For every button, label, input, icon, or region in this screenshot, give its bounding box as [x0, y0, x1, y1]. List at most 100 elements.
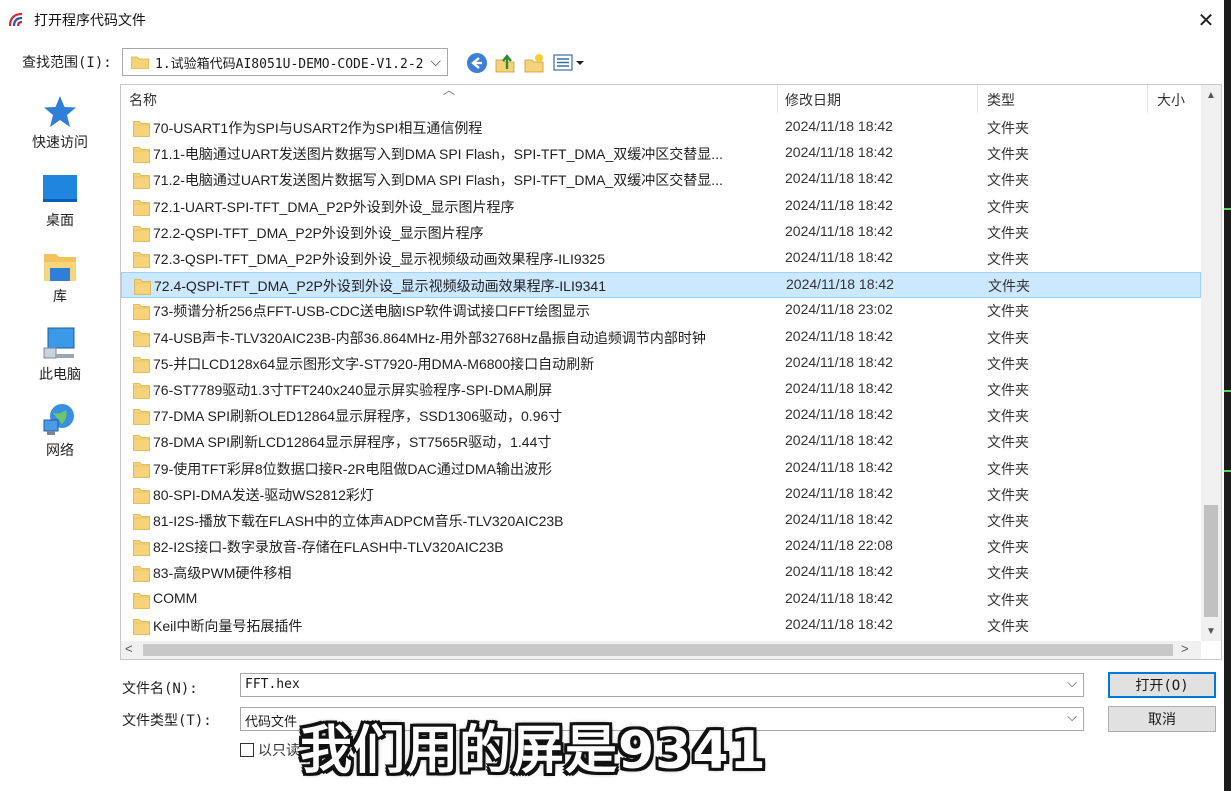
- item-name: 77-DMA SPI刷新OLED12864显示屏程序，SSD1306驱动，0.9…: [153, 408, 563, 425]
- scroll-up-icon[interactable]: ▲: [1201, 85, 1221, 105]
- place-desktop[interactable]: 桌面: [14, 168, 106, 238]
- vertical-scrollbar[interactable]: ▲ ▼: [1201, 85, 1221, 641]
- scroll-left-icon[interactable]: <: [125, 641, 133, 656]
- new-folder-button[interactable]: [521, 50, 547, 76]
- item-type: 文件夹: [987, 591, 1029, 608]
- checkbox-box[interactable]: [240, 743, 254, 757]
- list-item[interactable]: 83-高级PWM硬件移相 2024/11/18 18:42 文件夹: [121, 560, 1201, 586]
- list-item[interactable]: 77-DMA SPI刷新OLED12864显示屏程序，SSD1306驱动，0.9…: [121, 403, 1201, 429]
- column-header-type[interactable]: 类型: [987, 90, 1015, 110]
- place-this-pc[interactable]: 此电脑: [14, 322, 106, 392]
- list-item[interactable]: 79-使用TFT彩屏8位数据口接R-2R电阻做DAC通过DMA输出波形 2024/…: [121, 456, 1201, 482]
- hscroll-thumb[interactable]: [143, 644, 1173, 656]
- place-label: 快速访问: [32, 134, 88, 150]
- place-label: 网络: [46, 442, 74, 458]
- item-date: 2024/11/18 18:42: [785, 222, 893, 239]
- list-item[interactable]: 75-并口LCD128x64显示图形文字-ST7920-用DMA-M6800接口…: [121, 351, 1201, 377]
- scroll-thumb[interactable]: [1204, 505, 1218, 617]
- folder-icon: [133, 145, 150, 164]
- chevron-down-icon[interactable]: ⌵: [1067, 710, 1077, 725]
- list-item[interactable]: 70-USART1作为SPI与USART2作为SPI相互通信例程 2024/11/…: [121, 115, 1201, 141]
- item-type: 文件夹: [987, 617, 1029, 634]
- item-name: 74-USB声卡-TLV320AIC23B-内部36.864MHz-用外部327…: [153, 329, 706, 346]
- horizontal-scrollbar[interactable]: < >: [121, 641, 1201, 659]
- view-menu-button[interactable]: [552, 50, 588, 76]
- list-item[interactable]: 82-I2S接口-数字录放音-存储在FLASH中-TLV320AIC23B 202…: [121, 534, 1201, 560]
- up-folder-button[interactable]: [492, 50, 518, 76]
- item-type: 文件夹: [987, 539, 1029, 556]
- column-header-name[interactable]: 名称: [129, 90, 157, 110]
- item-date: 2024/11/18 18:42: [785, 144, 893, 161]
- open-button[interactable]: 打开(O): [1108, 672, 1216, 698]
- chevron-down-icon[interactable]: ⌵: [1067, 676, 1077, 691]
- folder-icon: [133, 486, 150, 504]
- filetype-value: 代码文件: [245, 715, 298, 730]
- list-item[interactable]: COMM 2024/11/18 18:42 文件夹: [121, 587, 1201, 613]
- item-name: 72.3-QSPI-TFT_DMA_P2P外设到外设_显示视频级动画效果程序-I…: [153, 251, 605, 267]
- item-name: 78-DMA SPI刷新LCD12864显示屏程序，ST7565R驱动，1.44…: [153, 434, 552, 451]
- list-item[interactable]: 71.1-电脑通过UART发送图片数据写入到DMA SPI Flash，SPI-…: [121, 141, 1201, 167]
- back-icon: [467, 53, 487, 73]
- list-header: ︿ 名称 修改日期 类型 大小: [121, 85, 1201, 113]
- list-item[interactable]: 74-USB声卡-TLV320AIC23B-内部36.864MHz-用外部327…: [121, 325, 1201, 351]
- list-item[interactable]: 72.3-QSPI-TFT_DMA_P2P外设到外设_显示视频级动画效果程序-I…: [121, 246, 1201, 272]
- list-item[interactable]: 72.2-QSPI-TFT_DMA_P2P外设到外设_显示图片程序 2024/11…: [121, 220, 1201, 246]
- item-type: 文件夹: [987, 408, 1029, 425]
- list-item[interactable]: 72.1-UART-SPI-TFT_DMA_P2P外设到外设_显示图片程序 202…: [121, 194, 1201, 220]
- cancel-button[interactable]: 取消: [1108, 706, 1216, 732]
- scroll-right-icon[interactable]: >: [1181, 641, 1189, 656]
- column-header-date[interactable]: 修改日期: [785, 90, 841, 110]
- scroll-down-icon[interactable]: ▼: [1201, 621, 1221, 641]
- item-name: 75-并口LCD128x64显示图形文字-ST7920-用DMA-M6800接口…: [153, 355, 595, 372]
- item-type: 文件夹: [987, 565, 1029, 582]
- folder-icon: [133, 538, 150, 557]
- place-library[interactable]: 库: [14, 244, 106, 314]
- window-title: 打开程序代码文件: [34, 12, 146, 28]
- list-item[interactable]: 81-I2S-播放下载在FLASH中的立体声ADPCM音乐-TLV320AIC2…: [121, 508, 1201, 534]
- place-quick-access[interactable]: 快速访问: [14, 90, 106, 160]
- item-date: 2024/11/18 18:42: [785, 353, 893, 370]
- item-type: 文件夹: [988, 278, 1030, 295]
- item-name: 71.1-电脑通过UART发送图片数据写入到DMA SPI Flash，SPI-…: [153, 146, 723, 163]
- filename-input[interactable]: FFT.hex ⌵: [240, 673, 1084, 697]
- filetype-label: 文件类型(T):: [122, 713, 212, 729]
- folder-icon: [133, 460, 150, 478]
- up-folder-icon: [495, 54, 515, 73]
- item-date: 2024/11/18 18:42: [785, 484, 893, 501]
- item-type: 文件夹: [987, 146, 1029, 163]
- list-item[interactable]: Keil中断向量号拓展插件 2024/11/18 18:42 文件夹: [121, 613, 1201, 639]
- background-window-edge: [1224, 0, 1231, 791]
- item-name: 82-I2S接口-数字录放音-存储在FLASH中-TLV320AIC23B: [153, 539, 504, 556]
- item-type: 文件夹: [987, 198, 1029, 215]
- column-header-size[interactable]: 大小: [1157, 90, 1185, 110]
- cancel-button-label: 取消: [1148, 712, 1176, 728]
- item-type: 文件夹: [987, 460, 1029, 477]
- item-name: 81-I2S-播放下载在FLASH中的立体声ADPCM音乐-TLV320AIC2…: [153, 513, 564, 529]
- list-item[interactable]: 76-ST7789驱动1.3寸TFT240x240显示屏实验程序-SPI-DMA…: [121, 377, 1201, 403]
- place-label: 桌面: [46, 212, 74, 228]
- item-name: 73-频谱分析256点FFT-USB-CDC送电脑ISP软件调试接口FFT绘图显…: [153, 303, 591, 320]
- item-type: 文件夹: [987, 172, 1029, 189]
- item-date: 2024/11/18 18:42: [785, 589, 893, 606]
- item-date: 2024/11/18 18:42: [785, 563, 893, 580]
- list-item[interactable]: 72.4-QSPI-TFT_DMA_P2P外设到外设_显示视频级动画效果程序-I…: [121, 272, 1201, 299]
- item-name: 80-SPI-DMA发送-驱动WS2812彩灯: [153, 486, 374, 503]
- readonly-checkbox[interactable]: 以只读: [240, 740, 300, 760]
- place-network[interactable]: 网络: [14, 398, 106, 468]
- folder-icon: [133, 198, 150, 216]
- list-item[interactable]: 73-频谱分析256点FFT-USB-CDC送电脑ISP软件调试接口FFT绘图显…: [121, 298, 1201, 324]
- look-in-combo[interactable]: 1.试验箱代码AI8051U-DEMO-CODE-V1.2-2 ⌵: [122, 48, 448, 76]
- folder-icon: [134, 277, 151, 296]
- network-icon: [43, 404, 74, 435]
- folder-icon: [133, 224, 150, 242]
- file-list[interactable]: ︿ 名称 修改日期 类型 大小 70-USART1作为SPI与USART2作为S…: [120, 84, 1222, 660]
- back-button[interactable]: [464, 50, 490, 76]
- item-name: 72.2-QSPI-TFT_DMA_P2P外设到外设_显示图片程序: [153, 224, 484, 241]
- folder-icon: [133, 591, 150, 609]
- close-button[interactable]: ✕: [1190, 6, 1222, 34]
- list-item[interactable]: 80-SPI-DMA发送-驱动WS2812彩灯 2024/11/18 18:42 文…: [121, 482, 1201, 508]
- list-item[interactable]: 71.2-电脑通过UART发送图片数据写入到DMA SPI Flash，SPI-…: [121, 167, 1201, 193]
- item-date: 2024/11/18 18:42: [785, 118, 893, 134]
- list-item[interactable]: 78-DMA SPI刷新LCD12864显示屏程序，ST7565R驱动，1.44…: [121, 429, 1201, 455]
- item-name: 76-ST7789驱动1.3寸TFT240x240显示屏实验程序-SPI-DMA…: [153, 382, 553, 398]
